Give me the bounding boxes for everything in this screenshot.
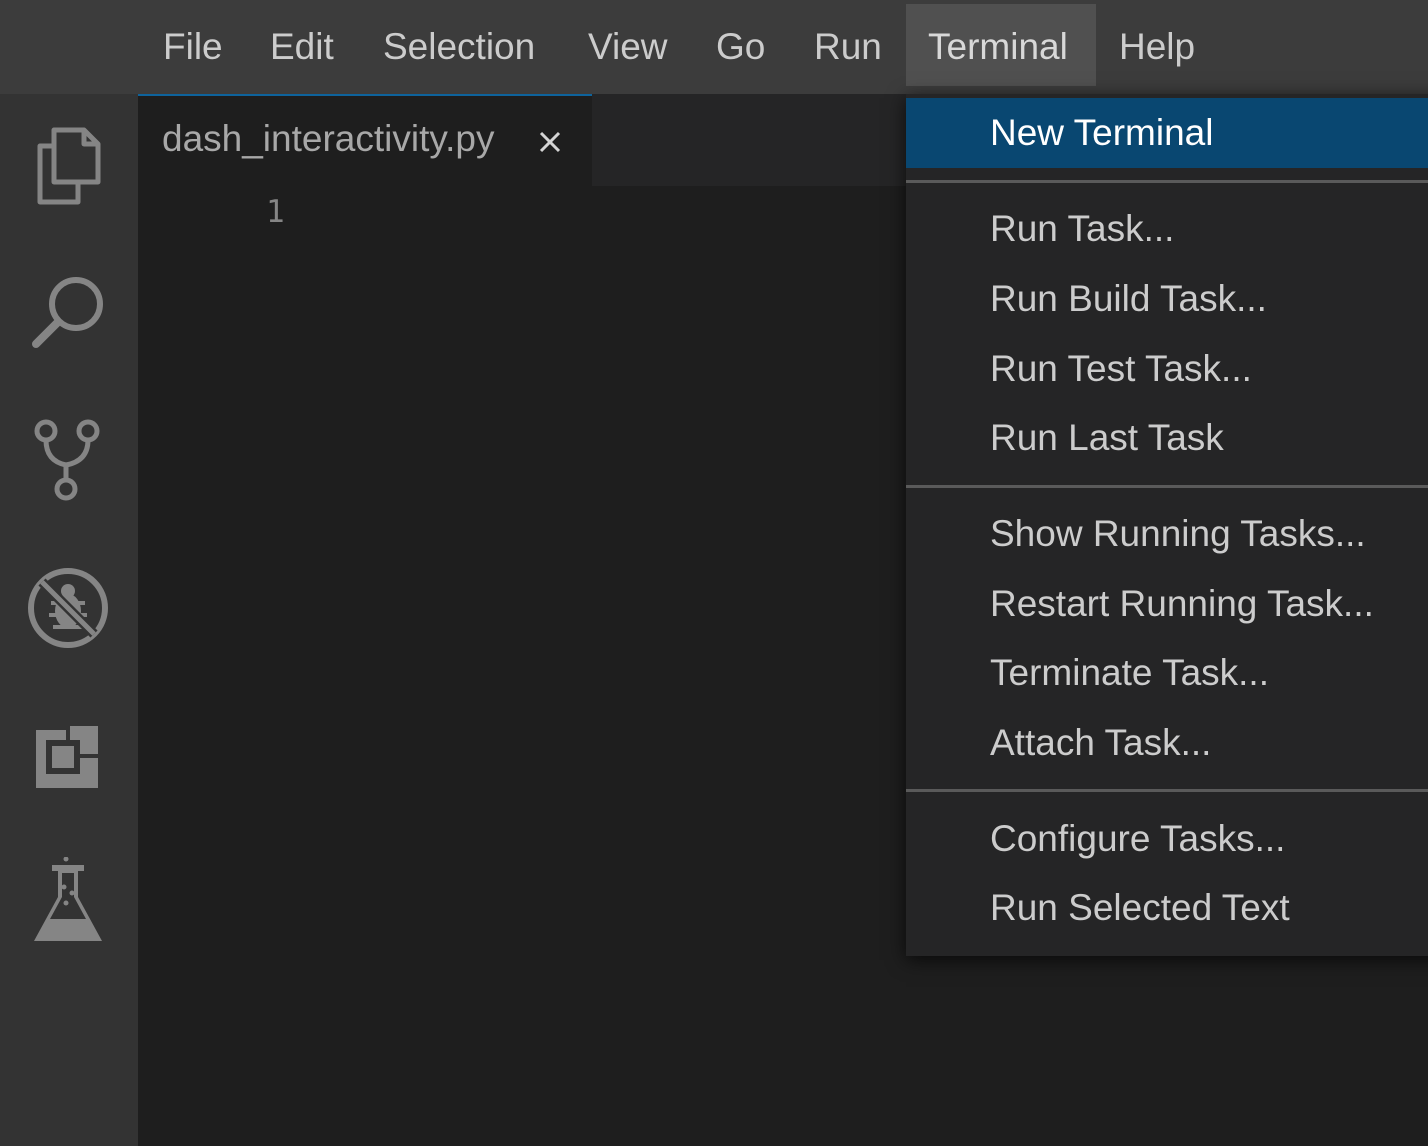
menu-item-run-selected-text[interactable]: Run Selected Text: [906, 873, 1428, 943]
menu-separator: [906, 180, 1428, 183]
menu-item-run-test-task[interactable]: Run Test Task...: [906, 334, 1428, 404]
menu-help[interactable]: Help: [1097, 4, 1217, 86]
menu-item-run-build-task[interactable]: Run Build Task...: [906, 264, 1428, 334]
menu-view[interactable]: View: [566, 4, 690, 86]
menu-separator: [906, 789, 1428, 792]
testing-icon[interactable]: [24, 857, 112, 946]
menu-file[interactable]: File: [141, 4, 245, 86]
explorer-icon[interactable]: [24, 122, 112, 210]
menu-item-terminate-task[interactable]: Terminate Task...: [906, 638, 1428, 708]
menu-separator: [906, 485, 1428, 488]
menu-item-run-task[interactable]: Run Task...: [906, 194, 1428, 264]
menu-run[interactable]: Run: [792, 4, 904, 86]
search-icon[interactable]: [24, 268, 112, 356]
run-debug-icon[interactable]: [24, 564, 112, 652]
menu-item-configure-tasks[interactable]: Configure Tasks...: [906, 804, 1428, 874]
source-control-icon[interactable]: [24, 414, 112, 502]
close-icon[interactable]: [530, 122, 570, 162]
line-number: 1: [266, 194, 285, 230]
terminal-menu-dropdown: New Terminal Run Task... Run Build Task.…: [906, 94, 1428, 956]
menu-terminal[interactable]: Terminal: [906, 4, 1096, 86]
menu-selection[interactable]: Selection: [361, 4, 557, 86]
extensions-icon[interactable]: [24, 712, 112, 800]
menu-item-run-last-task[interactable]: Run Last Task: [906, 403, 1428, 473]
menu-item-restart-running-task[interactable]: Restart Running Task...: [906, 569, 1428, 639]
menu-item-attach-task[interactable]: Attach Task...: [906, 708, 1428, 778]
menu-bar: File Edit Selection View Go Run Terminal…: [0, 0, 1428, 94]
activity-bar: [0, 94, 138, 1146]
menu-edit[interactable]: Edit: [248, 4, 356, 86]
vscode-window: File Edit Selection View Go Run Terminal…: [0, 0, 1428, 1146]
tab-label: dash_interactivity.py: [162, 118, 495, 159]
menu-item-new-terminal[interactable]: New Terminal: [906, 98, 1428, 168]
tab-dash-interactivity[interactable]: dash_interactivity.py: [138, 94, 592, 186]
menu-go[interactable]: Go: [694, 4, 787, 86]
menu-item-show-running-tasks[interactable]: Show Running Tasks...: [906, 499, 1428, 569]
